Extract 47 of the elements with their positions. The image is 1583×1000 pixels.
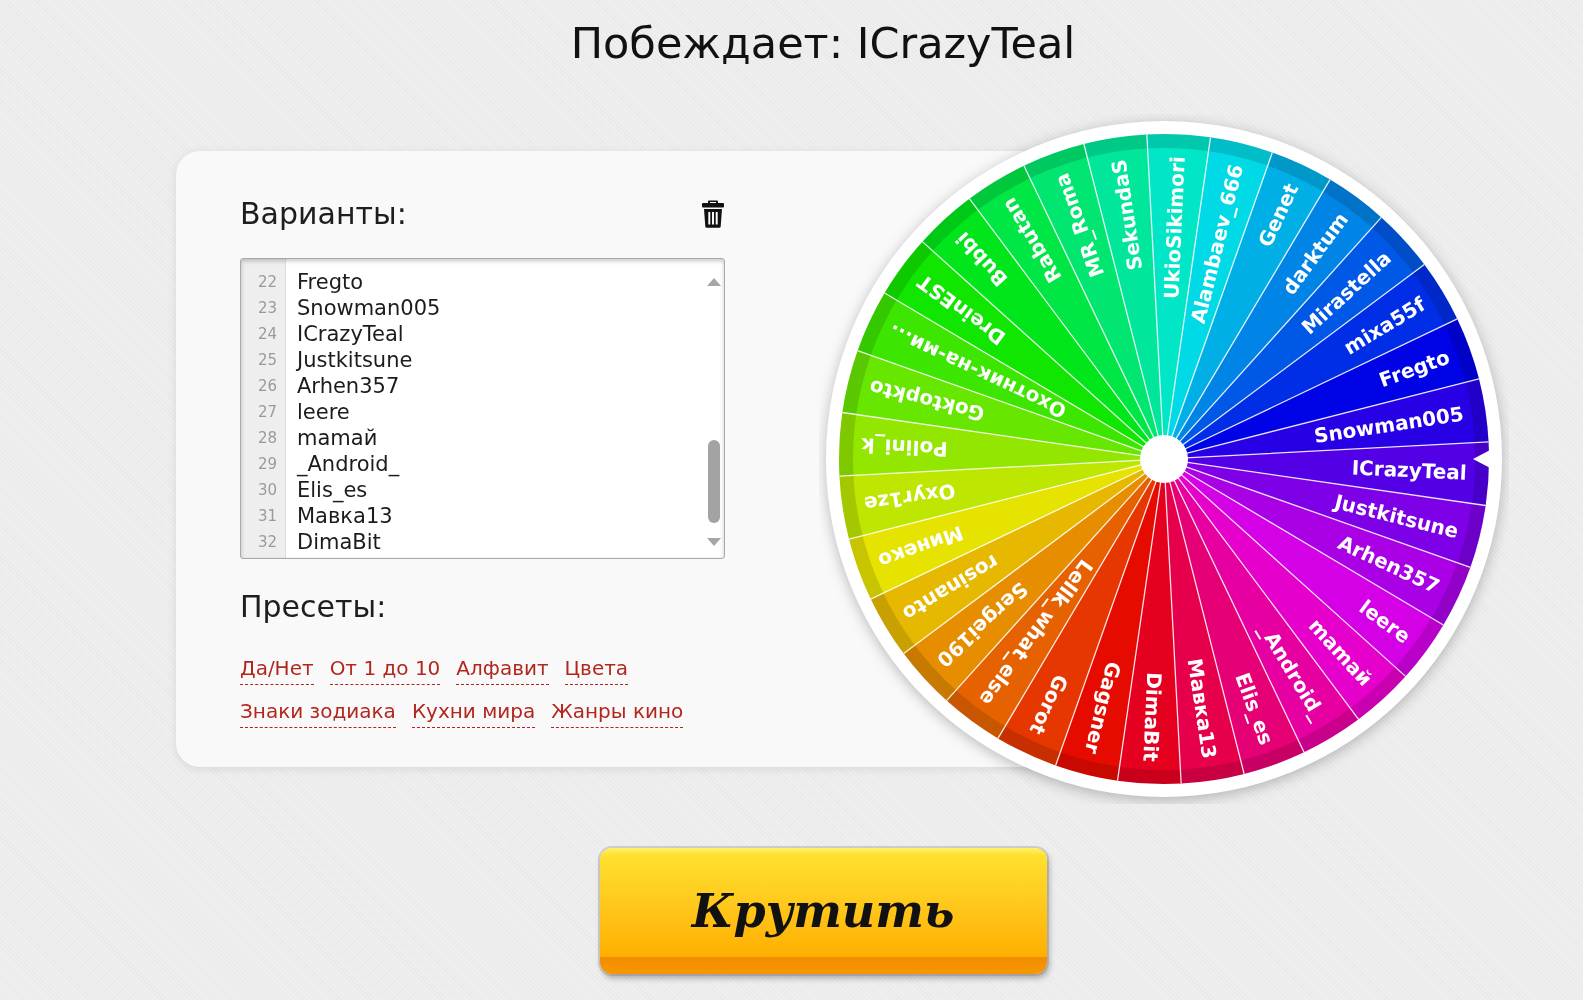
segment-label: Polini_k	[860, 433, 949, 462]
preset-link[interactable]: Жанры кино	[551, 697, 684, 728]
winner-title: Побеждает: ICrazyTeal	[570, 17, 1076, 68]
option-line: leere	[296, 399, 350, 425]
line-number: 26	[256, 376, 278, 397]
option-line: Fregto	[296, 269, 364, 295]
trash-icon[interactable]	[701, 200, 725, 228]
segment-label: SekundaS	[1106, 157, 1148, 272]
options-editor[interactable]: 22 Fregto 23 Snowman005 24 ICrazyTeal 25 Justkitsune 26 Arhen357 27 leere 28 mamaй 29 _Android_ 30 Elis_es 31 Мавка13 32 DimaBit	[240, 258, 725, 559]
scroll-down-icon[interactable]	[707, 538, 721, 546]
option-line: Snowman005	[296, 295, 441, 321]
option-line: Justkitsune	[295, 347, 413, 373]
line-number: 25	[256, 350, 278, 371]
segment-label: ICrazyTeal	[1351, 455, 1468, 485]
line-number: 28	[256, 428, 278, 449]
line-number: 22	[256, 272, 278, 293]
line-number: 24	[256, 324, 278, 345]
line-number: 32	[256, 532, 278, 553]
line-number: 31	[256, 506, 278, 527]
option-line: Мавка13	[296, 503, 393, 529]
line-number: 23	[256, 298, 278, 319]
preset-link[interactable]: Знаки зодиака	[240, 697, 396, 728]
option-line: Elis_es	[296, 477, 368, 503]
option-line: mamaй	[296, 425, 378, 451]
segment-label: Fregto	[1375, 344, 1453, 393]
segment-label: UkioSikimori	[1159, 155, 1190, 300]
presets-heading: Пресеты:	[240, 589, 387, 625]
preset-link[interactable]: Цвета	[564, 654, 629, 685]
scrollbar-thumb[interactable]	[708, 440, 720, 523]
spin-button[interactable]: Крутить	[599, 848, 1047, 974]
preset-link[interactable]: Алфавит	[456, 654, 549, 685]
option-line: Arhen357	[296, 373, 400, 399]
preset-link[interactable]: Да/Нет	[240, 654, 314, 685]
segment-label: Мавка13	[1182, 656, 1222, 761]
option-line: ICrazyTeal	[296, 321, 404, 347]
preset-link[interactable]: Кухни мира	[411, 697, 536, 728]
preset-link[interactable]: От 1 до 10	[329, 654, 441, 685]
wheel-hub	[1140, 435, 1188, 483]
scroll-up-icon[interactable]	[707, 278, 721, 286]
line-number: 29	[256, 454, 278, 475]
options-heading: Варианты:	[240, 196, 407, 232]
segment-label: DimaBit	[1138, 671, 1167, 763]
option-line: _Android_	[295, 451, 400, 477]
segment-label: Oxyr1ze	[862, 478, 958, 517]
line-number: 27	[256, 402, 278, 423]
line-number: 30	[256, 480, 278, 501]
option-line: DimaBit	[296, 529, 381, 555]
